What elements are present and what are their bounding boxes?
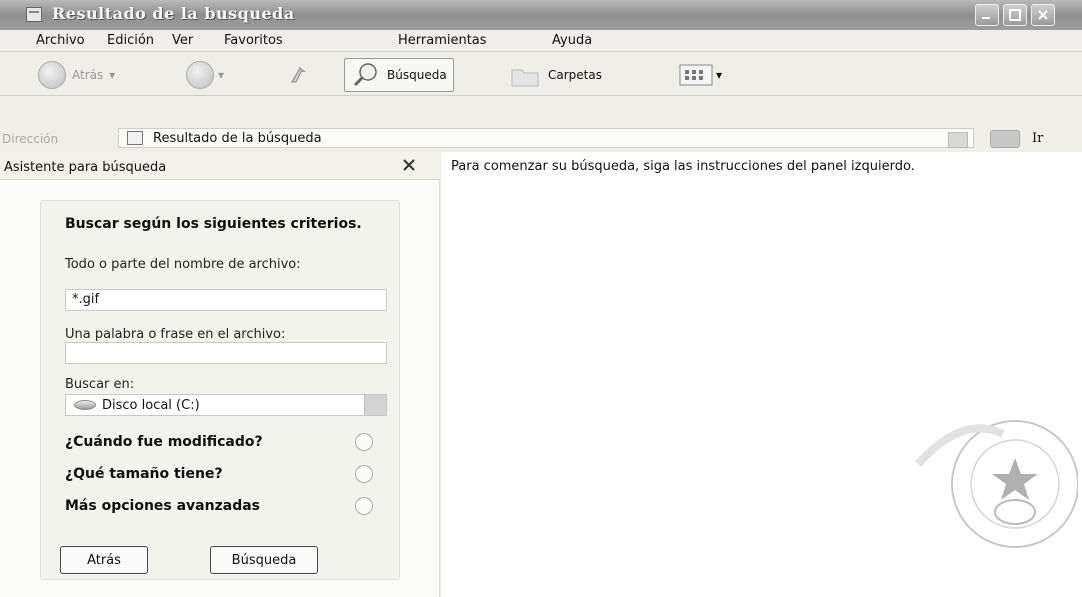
menu-ver[interactable]: Ver (172, 33, 193, 48)
up-folder-button[interactable] (286, 58, 312, 92)
menu-ayuda[interactable]: Ayuda (552, 33, 592, 48)
size-link[interactable]: ¿Qué tamaño tiene? (65, 465, 223, 483)
phrase-input[interactable] (65, 342, 387, 364)
go-arrow-icon[interactable] (990, 130, 1020, 148)
search-button[interactable]: Búsqueda (210, 546, 318, 574)
folders-icon (511, 69, 539, 87)
address-value: Resultado de la búsqueda (153, 130, 322, 146)
lookin-label: Buscar en: (65, 377, 135, 392)
search-criteria-box: Buscar según los siguientes criterios. T… (40, 200, 400, 580)
lookin-select[interactable]: Disco local (C:) (65, 394, 387, 416)
filename-input[interactable]: *.gif (65, 289, 387, 311)
search-tool-label: Búsqueda (387, 68, 447, 82)
when-modified-link[interactable]: ¿Cuándo fue modificado? (65, 433, 263, 451)
title-bar[interactable]: Resultado de la busqueda (0, 0, 1082, 30)
views-tool-button[interactable]: ▾ (678, 58, 722, 92)
instructions-message: Para comenzar su búsqueda, siga las inst… (451, 159, 915, 174)
toolbar: Atrás ▾ ▾ Búsqueda Carpetas ▾ (0, 53, 1082, 96)
forward-arrow-icon (186, 61, 214, 89)
panel-header: Asistente para búsqueda (0, 152, 440, 180)
menu-favoritos[interactable]: Favoritos (224, 33, 283, 48)
search-results-icon (127, 131, 143, 145)
search-tool-button[interactable]: Búsqueda (344, 58, 454, 92)
search-assistant-panel: Asistente para búsqueda Buscar según los… (0, 152, 440, 597)
maximize-icon (1009, 9, 1021, 21)
filename-label: Todo o parte del nombre de archivo: (65, 257, 301, 272)
expand-chevron-icon[interactable] (355, 433, 373, 451)
dropdown-arrow-icon: ▾ (218, 68, 225, 82)
address-label: Dirección (2, 132, 59, 146)
criteria-heading: Buscar según los siguientes criterios. (65, 216, 362, 232)
phrase-label: Una palabra o frase en el archivo: (65, 327, 286, 342)
minimize-icon (982, 17, 990, 19)
minimize-button[interactable] (975, 4, 999, 26)
folders-tool-button[interactable]: Carpetas (508, 58, 602, 92)
forward-tool-button[interactable]: ▾ (186, 58, 224, 92)
local-disk-icon (74, 400, 96, 410)
expand-chevron-icon[interactable] (355, 497, 373, 515)
address-dropdown-button[interactable] (948, 132, 968, 148)
menu-edicion[interactable]: Edición (107, 33, 154, 48)
dropdown-arrow-icon: ▾ (716, 68, 723, 82)
folders-tool-label: Carpetas (548, 68, 602, 82)
window-title: Resultado de la busqueda (52, 4, 295, 23)
dropdown-arrow-icon: ▾ (109, 68, 116, 82)
up-folder-icon (291, 66, 306, 83)
watermark-seal (915, 420, 1078, 548)
address-field[interactable]: Resultado de la búsqueda (118, 128, 974, 148)
back-tool-label: Atrás (72, 68, 104, 82)
panel-title: Asistente para búsqueda (4, 160, 167, 175)
window-icon (26, 7, 42, 22)
close-icon (1038, 10, 1048, 20)
back-arrow-icon (38, 61, 66, 89)
search-magnifier-icon (353, 63, 377, 87)
views-icon (679, 64, 713, 86)
back-tool-button[interactable]: Atrás ▾ (38, 58, 115, 92)
back-button[interactable]: Atrás (60, 546, 148, 574)
go-button-label[interactable]: Ir (1032, 131, 1043, 146)
chevron-down-icon[interactable] (364, 395, 386, 415)
maximize-button[interactable] (1003, 4, 1027, 26)
explorer-window: Resultado de la busqueda Archivo Edición… (0, 0, 1082, 597)
lookin-value: Disco local (C:) (102, 397, 200, 413)
address-bar: Dirección Resultado de la búsqueda Ir (0, 96, 1082, 152)
advanced-options-link[interactable]: Más opciones avanzadas (65, 497, 260, 515)
menu-herramientas[interactable]: Herramientas (398, 33, 487, 48)
menu-archivo[interactable]: Archivo (36, 33, 85, 48)
expand-chevron-icon[interactable] (355, 465, 373, 483)
panel-close-icon[interactable] (400, 156, 418, 174)
menu-bar: Archivo Edición Ver Favoritos Herramient… (0, 30, 1082, 81)
close-button[interactable] (1031, 4, 1055, 26)
